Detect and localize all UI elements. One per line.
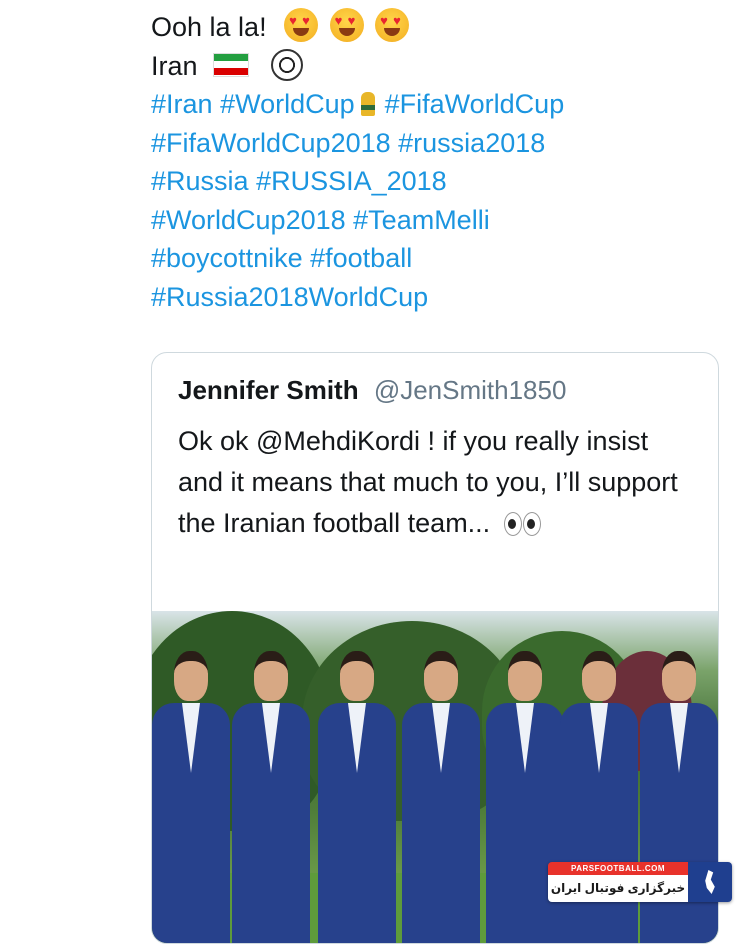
hashtag-link[interactable]: #Russia — [151, 166, 249, 196]
hashtag-link[interactable]: #WorldCup — [220, 89, 355, 119]
tweet-country: Iran — [151, 50, 198, 81]
hashtag-line-3: #Russia #RUSSIA_2018 — [151, 162, 711, 201]
player — [402, 651, 480, 943]
hashtag-link[interactable]: #Russia2018WorldCup — [151, 282, 428, 312]
quoted-tweet-body: Ok ok @MehdiKordi ! if you really insist… — [178, 421, 698, 548]
hashtag-link[interactable]: #WorldCup2018 — [151, 205, 346, 235]
quoted-author-handle[interactable]: @JenSmith1850 — [374, 375, 567, 405]
heart-eyes-icon: ♥ ♥ — [375, 8, 410, 42]
eyes-icon — [503, 507, 542, 548]
tweet-text: Ooh la la! ♥ ♥ ♥ ♥ ♥ ♥ Iran #Iran #WorldCup… — [151, 8, 711, 316]
hashtag-line-1: #Iran #WorldCup #FifaWorldCup — [151, 85, 711, 124]
watermark-text: PARSFOOTBALL.COM خبرگزاری فوتبال ایران — [548, 862, 688, 902]
parsfootball-logo-icon — [688, 862, 732, 902]
player — [152, 651, 230, 943]
hashtag-link[interactable]: #RUSSIA_2018 — [256, 166, 447, 196]
hashtag-line-6: #Russia2018WorldCup — [151, 278, 711, 317]
hashtag-link[interactable]: #Iran — [151, 89, 213, 119]
soccer-ball-icon — [270, 48, 303, 81]
watermark-site: PARSFOOTBALL.COM — [548, 862, 688, 875]
tweet-line-1: Ooh la la! ♥ ♥ ♥ ♥ ♥ ♥ — [151, 8, 711, 47]
player — [318, 651, 396, 943]
hashtag-line-5: #boycottnike #football — [151, 239, 711, 278]
parsfootball-watermark: PARSFOOTBALL.COM خبرگزاری فوتبال ایران — [548, 862, 732, 902]
hashtag-link[interactable]: #boycottnike — [151, 243, 303, 273]
player — [232, 651, 310, 943]
hashtag-link[interactable]: #FifaWorldCup2018 — [151, 128, 391, 158]
tweet-exclamation: Ooh la la! — [151, 12, 267, 42]
hashtag-link[interactable]: #russia2018 — [398, 128, 545, 158]
hashtag-link[interactable]: #FifaWorldCup — [385, 89, 565, 119]
hashtag-line-4: #WorldCup2018 #TeamMelli — [151, 201, 711, 240]
hashtag-link[interactable]: #TeamMelli — [353, 205, 490, 235]
quoted-tweet-header: Jennifer Smith @JenSmith1850 — [178, 375, 566, 406]
hashtag-link[interactable]: #football — [310, 243, 412, 273]
heart-eyes-icon: ♥ ♥ — [329, 8, 364, 42]
tweet-line-2: Iran — [151, 47, 711, 86]
hashtag-line-2: #FifaWorldCup2018 #russia2018 — [151, 124, 711, 163]
heart-eyes-icon: ♥ ♥ — [284, 8, 319, 42]
quoted-tweet-text: Ok ok @MehdiKordi ! if you really insist… — [178, 426, 678, 538]
quoted-author-name[interactable]: Jennifer Smith — [178, 375, 359, 405]
watermark-tagline: خبرگزاری فوتبال ایران — [548, 875, 688, 902]
world-cup-trophy-icon — [360, 92, 375, 116]
iran-flag-icon — [213, 52, 250, 77]
quoted-tweet-card[interactable]: Jennifer Smith @JenSmith1850 Ok ok @Mehd… — [151, 352, 719, 944]
